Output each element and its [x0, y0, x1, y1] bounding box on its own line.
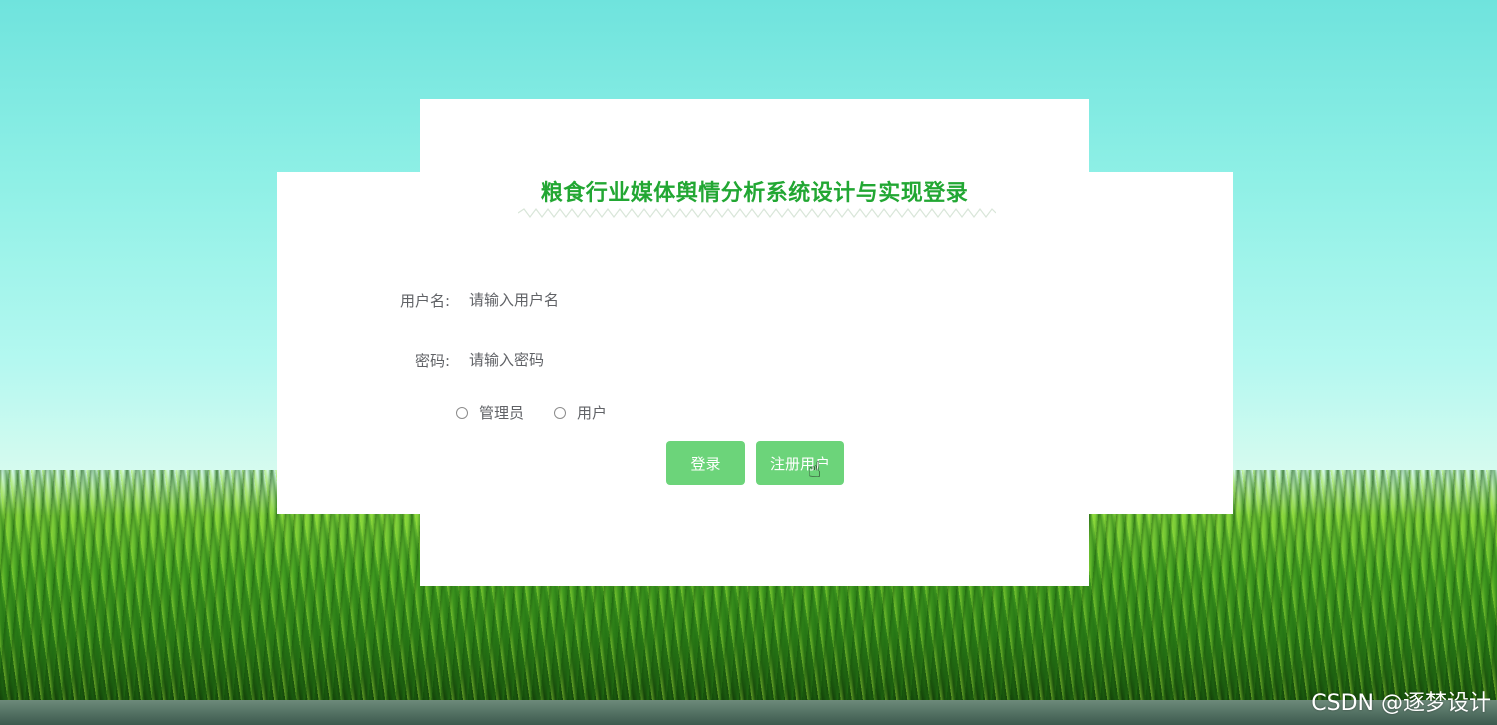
ground-strip — [0, 700, 1497, 725]
password-input[interactable] — [469, 348, 1009, 372]
role-admin-label: 管理员 — [479, 404, 525, 422]
radio-circle-icon[interactable] — [554, 406, 567, 419]
role-radio-group: 管理员 用户 — [456, 402, 637, 423]
register-button[interactable]: 注册用户 — [756, 441, 844, 485]
role-radio-user[interactable]: 用户 — [554, 402, 607, 423]
page-title: 粮食行业媒体舆情分析系统设计与实现登录 — [540, 181, 969, 206]
watermark: CSDN @逐梦设计 — [1311, 691, 1491, 716]
username-input[interactable] — [469, 288, 1009, 312]
radio-circle-icon[interactable] — [456, 406, 468, 419]
title-underline-decoration — [518, 208, 996, 218]
username-label: 用户名: — [399, 292, 450, 310]
role-user-label: 用户 — [577, 404, 608, 422]
password-label: 密码: — [414, 352, 450, 370]
login-card-front — [277, 172, 1233, 514]
login-button[interactable]: 登录 — [666, 441, 745, 485]
hand-pointer-icon: ☝ — [808, 458, 822, 483]
role-radio-admin[interactable]: 管理员 — [456, 402, 524, 423]
